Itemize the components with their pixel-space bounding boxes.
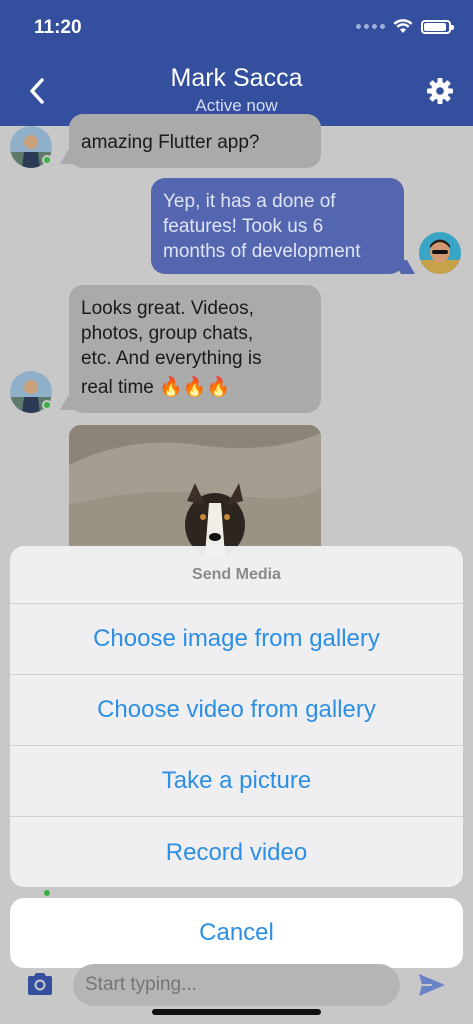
send-button[interactable] [418,972,446,998]
message-line: Looks great. Videos, [81,298,254,319]
presence-status: Active now [195,96,278,115]
message-bubble-incoming[interactable]: Looks great. Videos, photos, group chats… [69,285,321,413]
signal-icon [356,24,385,29]
gear-icon [427,78,453,104]
message-bubble-incoming[interactable]: amazing Flutter app? [69,114,321,168]
status-time: 11:20 [34,17,82,38]
message-line: features! Took us 6 [163,216,324,237]
message-text: amazing Flutter app? [81,132,260,153]
status-icons [356,19,454,34]
send-media-action-sheet: Send Media Choose image from gallery Cho… [10,546,463,887]
battery-icon [421,19,454,34]
message-line: Yep, it has a done of [163,191,336,212]
camera-button[interactable] [26,971,54,997]
message-line: etc. And everything is [81,348,262,369]
choose-image-option[interactable]: Choose image from gallery [10,604,463,675]
photo-message[interactable] [69,425,321,555]
chat-header: 11:20 Mark Sacca Active now [0,0,473,126]
message-line: photos, group chats, [81,323,254,344]
settings-button[interactable] [423,74,457,108]
message-line: real time 🔥🔥🔥 [81,377,231,398]
cancel-button[interactable]: Cancel [10,898,463,968]
action-sheet-title: Send Media [10,546,463,604]
camera-icon [28,973,52,995]
home-indicator [152,1009,321,1015]
record-video-option[interactable]: Record video [10,817,463,887]
contact-name: Mark Sacca [170,64,303,92]
online-indicator [42,155,52,165]
wifi-icon [393,19,413,33]
my-avatar[interactable] [419,232,461,274]
take-picture-option[interactable]: Take a picture [10,746,463,817]
message-input[interactable] [73,964,400,1006]
message-bubble-outgoing[interactable]: Yep, it has a done of features! Took us … [151,178,404,274]
send-icon [419,974,445,996]
choose-video-option[interactable]: Choose video from gallery [10,675,463,746]
online-indicator [42,400,52,410]
online-indicator [42,888,52,898]
message-line: months of development [163,241,361,262]
